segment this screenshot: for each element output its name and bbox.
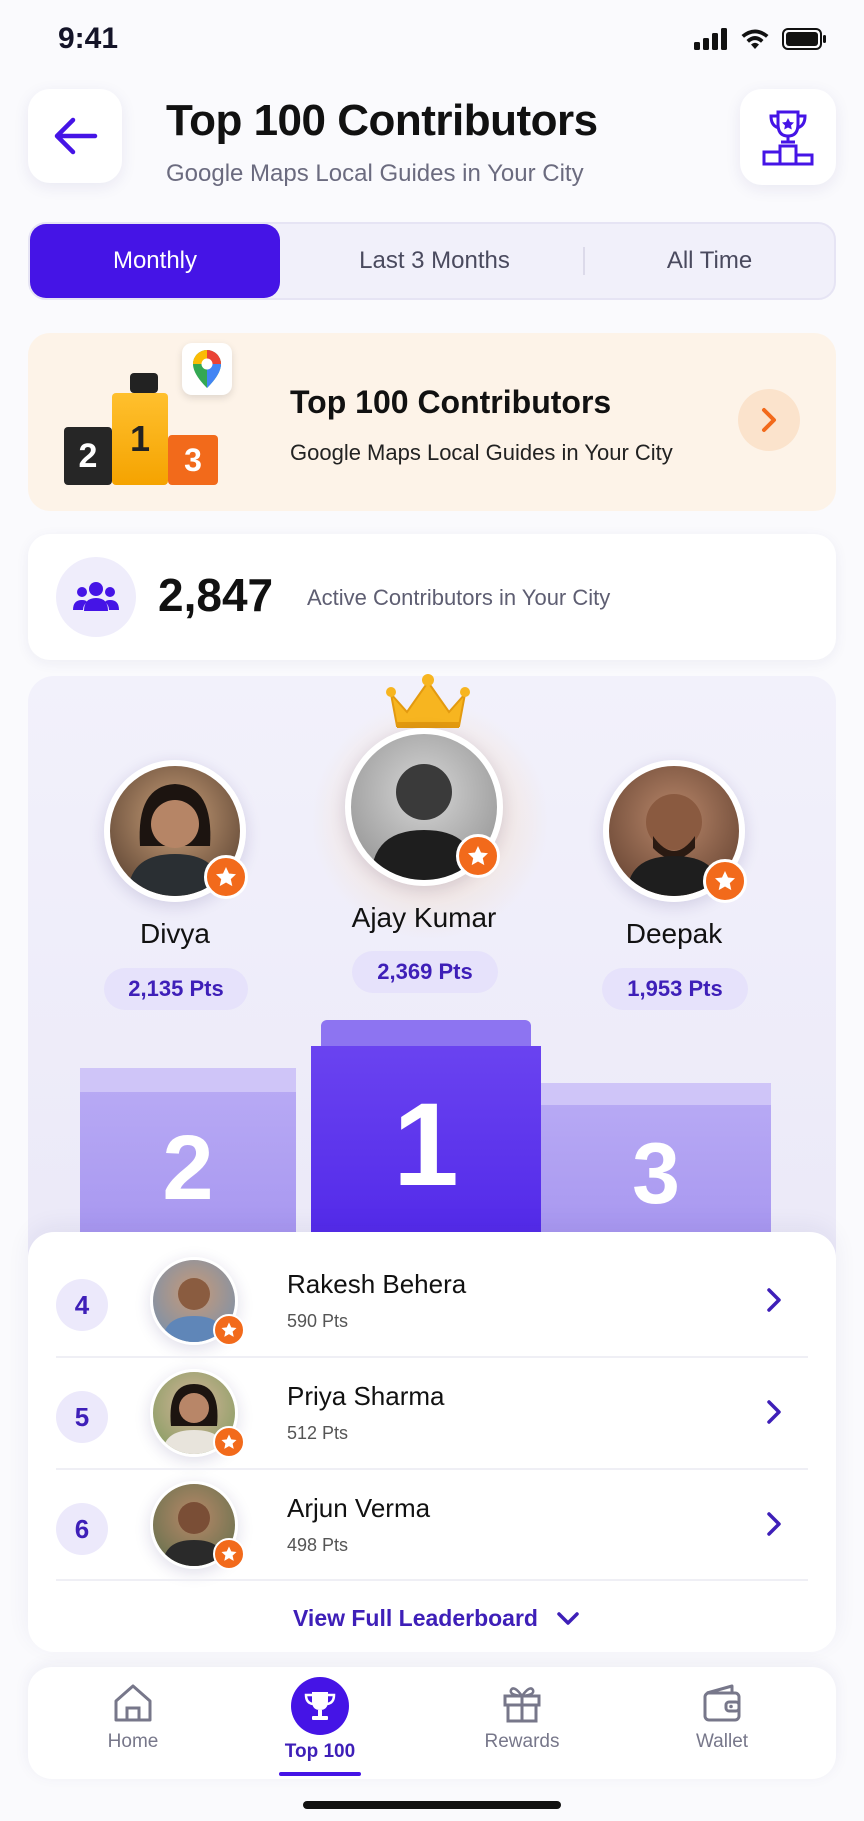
star-icon bbox=[221, 1322, 237, 1337]
star-icon bbox=[468, 846, 488, 866]
active-contributors-label: Active Contributors in Your City bbox=[307, 585, 611, 610]
wallet-icon bbox=[703, 1684, 741, 1722]
nav-wallet-label: Wallet bbox=[695, 1731, 749, 1752]
wifi-icon bbox=[741, 29, 769, 49]
nav-wallet[interactable]: Wallet bbox=[657, 1681, 787, 1753]
star-icon bbox=[715, 871, 735, 891]
star-icon bbox=[216, 867, 236, 887]
podium-trophy-icon bbox=[762, 110, 814, 166]
row-divider bbox=[56, 1356, 808, 1358]
row-points: 590 Pts bbox=[287, 1311, 349, 1331]
row-points: 512 Pts bbox=[287, 1423, 349, 1443]
trophy-icon bbox=[291, 1677, 349, 1735]
tab-monthly[interactable]: Monthly bbox=[30, 224, 280, 298]
banner-title: Top 100 Contributors bbox=[290, 384, 612, 420]
camera-icon bbox=[130, 373, 158, 393]
podium-block-second-number: 2 bbox=[162, 1116, 214, 1219]
leaderboard-row[interactable]: 5 Priya Sharma 512 Pts bbox=[56, 1369, 808, 1465]
group-icon bbox=[56, 557, 136, 637]
chevron-right-icon bbox=[767, 1288, 781, 1312]
podium-first-name: Ajay Kumar bbox=[351, 902, 497, 933]
banner-subtitle: Google Maps Local Guides in Your City bbox=[290, 440, 673, 465]
home-icon bbox=[114, 1684, 152, 1722]
podium-third-name: Deepak bbox=[625, 918, 723, 949]
mini-block-1-label: 1 bbox=[129, 418, 151, 459]
row-name: Arjun Verma bbox=[287, 1493, 431, 1523]
page-title: Top 100 Contributors bbox=[166, 96, 598, 145]
mini-block-1: 1 bbox=[112, 393, 168, 485]
view-full-leaderboard-link[interactable]: View Full Leaderboard bbox=[293, 1605, 580, 1632]
podium-block-third: 3 bbox=[541, 1083, 771, 1244]
podium-second-name: Divya bbox=[139, 918, 210, 949]
rank-badge: 5 bbox=[56, 1391, 108, 1443]
gift-icon bbox=[503, 1687, 541, 1723]
star-badge-first bbox=[456, 834, 500, 878]
period-tabs: Monthly Last 3 Months All Time bbox=[28, 222, 836, 300]
mini-block-3-label: 3 bbox=[184, 441, 202, 478]
nav-home-label: Home bbox=[107, 1731, 159, 1752]
leaderboard-row[interactable]: 4 Rakesh Behera 590 Pts bbox=[56, 1257, 808, 1353]
podium-block-second: 2 bbox=[80, 1068, 296, 1244]
home-indicator bbox=[303, 1801, 561, 1809]
mini-block-2: 2 bbox=[64, 427, 112, 485]
nav-top-100[interactable]: Top 100 bbox=[255, 1677, 385, 1763]
star-icon bbox=[221, 1434, 237, 1449]
chevron-right-icon bbox=[767, 1400, 781, 1424]
star-badge bbox=[213, 1314, 245, 1346]
nav-active-indicator bbox=[279, 1772, 361, 1776]
view-full-label: View Full Leaderboard bbox=[293, 1605, 538, 1631]
active-contributors-count: 2,847 bbox=[158, 569, 274, 621]
star-icon bbox=[221, 1546, 237, 1561]
star-badge bbox=[213, 1426, 245, 1458]
podium-block-third-number: 3 bbox=[632, 1126, 680, 1222]
nav-rewards[interactable]: Rewards bbox=[457, 1681, 587, 1753]
chevron-right-icon bbox=[762, 408, 776, 432]
row-name: Rakesh Behera bbox=[287, 1269, 467, 1299]
chevron-down-icon bbox=[557, 1611, 579, 1625]
status-icons bbox=[694, 28, 828, 50]
nav-top-100-label: Top 100 bbox=[284, 1741, 356, 1762]
row-divider bbox=[56, 1579, 808, 1581]
nav-home[interactable]: Home bbox=[68, 1681, 198, 1753]
podium-first-points: 2,369 Pts bbox=[352, 951, 498, 993]
row-divider bbox=[56, 1468, 808, 1470]
mini-block-2-label: 2 bbox=[78, 436, 98, 475]
rank-badge: 6 bbox=[56, 1503, 108, 1555]
nav-rewards-label: Rewards bbox=[484, 1731, 560, 1752]
banner-arrow-button[interactable] bbox=[738, 389, 800, 451]
podium-block-first-number: 1 bbox=[393, 1079, 459, 1211]
back-button[interactable] bbox=[28, 89, 122, 183]
chevron-right-icon bbox=[767, 1512, 781, 1536]
row-name: Priya Sharma bbox=[287, 1381, 445, 1411]
tab-last-3-months[interactable]: Last 3 Months bbox=[286, 224, 583, 298]
leaderboard-trophy-button[interactable] bbox=[740, 89, 836, 185]
star-badge bbox=[213, 1538, 245, 1570]
star-badge-second bbox=[204, 855, 248, 899]
podium-second-points: 2,135 Pts bbox=[104, 968, 248, 1010]
page-subtitle: Google Maps Local Guides in Your City bbox=[166, 160, 584, 187]
podium-third-points: 1,953 Pts bbox=[602, 968, 748, 1010]
mini-block-3: 3 bbox=[168, 435, 218, 485]
battery-icon bbox=[782, 28, 826, 50]
podium-block-first: 1 bbox=[311, 1020, 541, 1244]
signal-icon bbox=[694, 28, 727, 50]
status-time: 9:41 bbox=[58, 22, 119, 55]
mini-podium-illustration: 2 1 3 bbox=[58, 343, 238, 493]
arrow-left-icon bbox=[54, 117, 98, 155]
crown-icon bbox=[386, 674, 470, 728]
tab-all-time[interactable]: All Time bbox=[585, 224, 834, 298]
rank-badge: 4 bbox=[56, 1279, 108, 1331]
map-pin-icon bbox=[182, 343, 232, 395]
leaderboard-row[interactable]: 6 Arjun Verma 498 Pts bbox=[56, 1481, 808, 1577]
star-badge-third bbox=[703, 859, 747, 903]
row-points: 498 Pts bbox=[287, 1535, 349, 1555]
